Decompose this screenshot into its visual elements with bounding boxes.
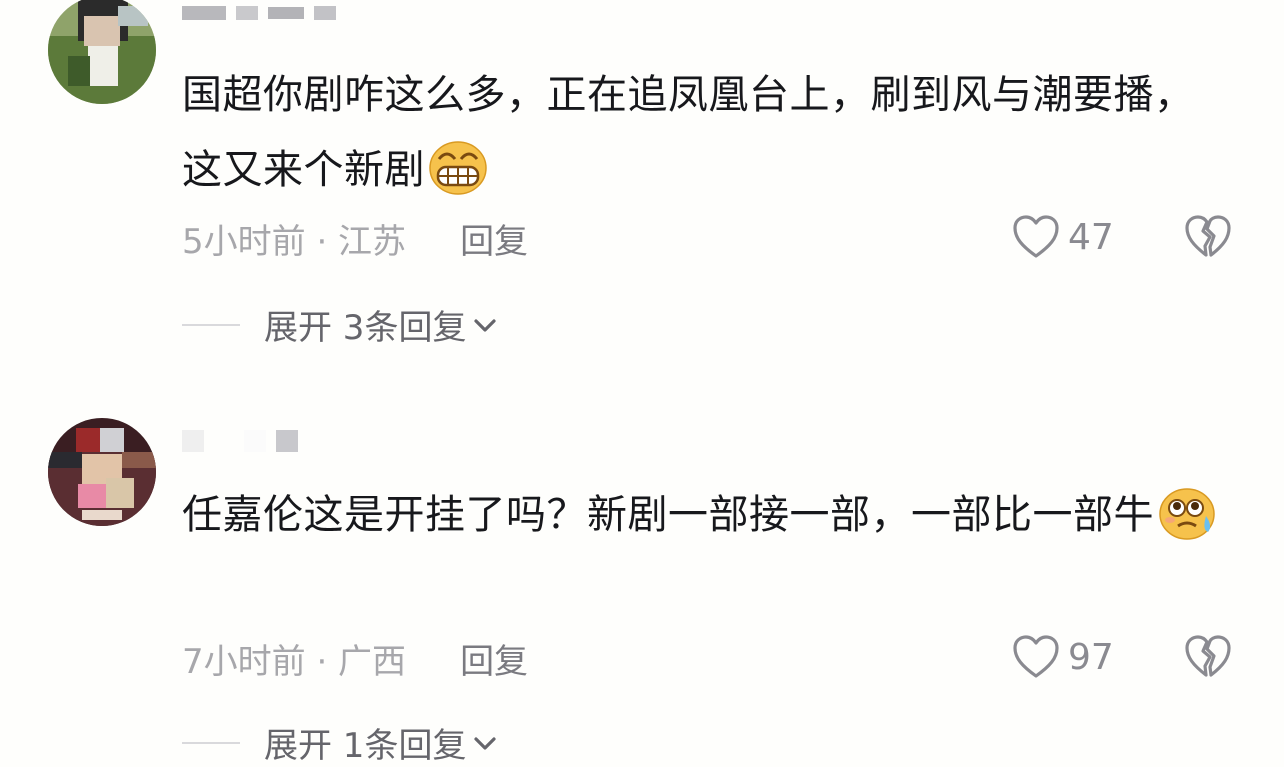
like-button[interactable]: 97 [1012,634,1114,680]
reply-button[interactable]: 回复 [460,634,528,683]
username[interactable] [182,428,308,454]
comment-text-body: 任嘉伦这是开挂了吗？新剧一部接一部，一部比一部牛 [182,492,1154,538]
expand-replies-button[interactable]: 展开 1条回复 [182,718,498,767]
heart-icon [1012,634,1060,680]
expand-replies-label: 展开 1条回复 [264,726,467,766]
like-count: 97 [1068,636,1114,678]
comment-text: 任嘉伦这是开挂了吗？新剧一部接一部，一部比一部牛 [182,478,1222,553]
username-blur [244,430,266,452]
comment-meta: 7小时前 · 广西 回复 [182,638,528,682]
broken-heart-icon [1184,634,1232,680]
chevron-down-icon [472,733,498,753]
username-blur [182,430,204,452]
avatar[interactable] [48,418,156,526]
dislike-button[interactable] [1184,634,1232,684]
flushed-sweat-face-icon [1158,486,1216,540]
comment-item: 任嘉伦这是开挂了吗？新剧一部接一部，一部比一部牛 7小时前 · 广西 回复 97 [0,0,1284,766]
username-blur [276,430,298,452]
time-location: 7小时前 · 广西 [182,641,407,682]
